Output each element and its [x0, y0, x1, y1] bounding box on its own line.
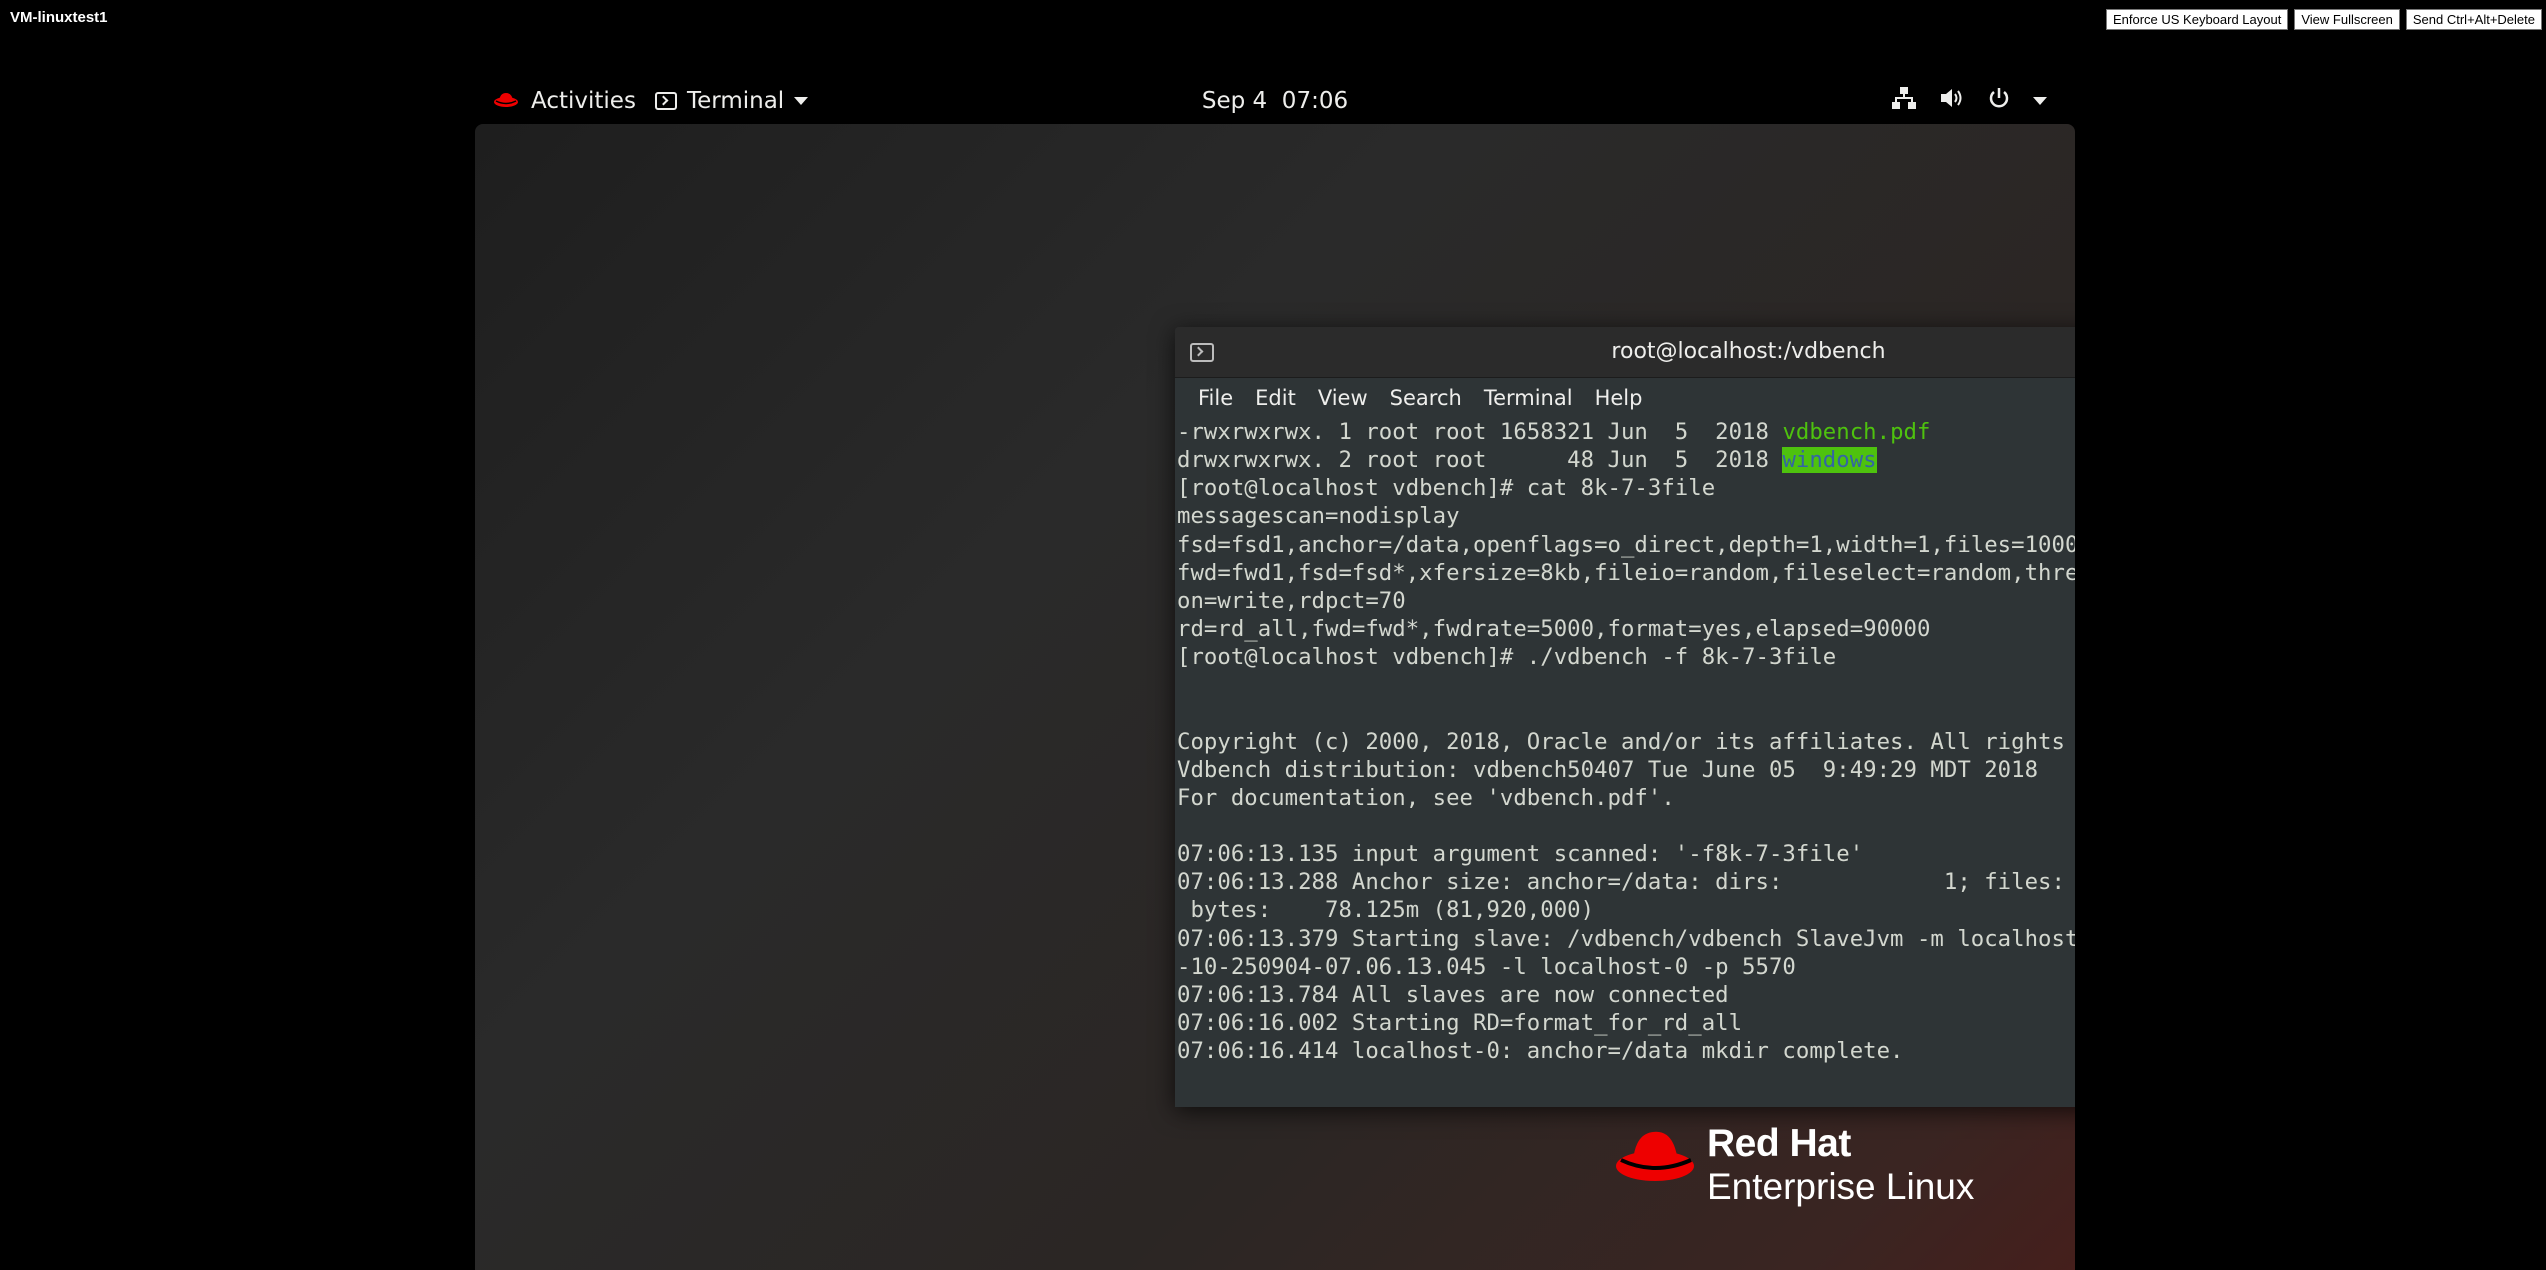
terminal-text: For documentation, see 'vdbench.pdf'.: [1177, 784, 1675, 811]
terminal-line: on=write,rdpct=70: [1177, 587, 2075, 615]
clock[interactable]: Sep 4 07:06: [475, 78, 2075, 124]
viewer-toolbar: Enforce US Keyboard Layout View Fullscre…: [2105, 9, 2542, 30]
power-icon: [1987, 86, 2011, 116]
terminal-line: drwxrwxrwx. 2 root root 48 Jun 5 2018 wi…: [1177, 446, 2075, 474]
terminal-line: 07:06:13.784 All slaves are now connecte…: [1177, 981, 2075, 1009]
terminal-line: bytes: 78.125m (81,920,000): [1177, 896, 2075, 924]
terminal-text: messagescan=nodisplay: [1177, 503, 1460, 530]
system-menu[interactable]: [1891, 78, 2047, 124]
rhel-logo: Red Hat Enterprise Linux: [1615, 1120, 2015, 1230]
terminal-text: Vdbench distribution: vdbench50407 Tue J…: [1177, 756, 2039, 783]
terminal-text: 07:06:16.414 localhost-0: anchor=/data m…: [1177, 1038, 1904, 1065]
terminal-line: rd=rd_all,fwd=fwd*,fwdrate=5000,format=y…: [1177, 615, 2075, 643]
terminal-line: [root@localhost vdbench]# cat 8k-7-3file: [1177, 474, 2075, 502]
menu-file[interactable]: File: [1187, 386, 1244, 410]
send-ctrl-alt-delete-button[interactable]: Send Ctrl+Alt+Delete: [2405, 9, 2542, 30]
terminal-text: [root@localhost vdbench]# ./vdbench -f 8…: [1177, 644, 1837, 671]
menu-search[interactable]: Search: [1379, 386, 1473, 410]
rhel-logo-line2: Enterprise Linux: [1707, 1166, 1975, 1207]
terminal-window[interactable]: root@localhost:/vdbench ✕ File Edit View…: [1175, 327, 2075, 1107]
terminal-text: -rwxrwxrwx. 1 root root 1658321 Jun 5 20…: [1177, 419, 1783, 445]
terminal-text: Copyright (c) 2000, 2018, Oracle and/or …: [1177, 728, 2065, 755]
menu-terminal[interactable]: Terminal: [1473, 386, 1584, 410]
terminal-text: 07:06:13.379 Starting slave: /vdbench/vd…: [1177, 925, 2075, 952]
terminal-highlight-text: windows: [1782, 447, 1877, 474]
vm-name: VM-linuxtest1: [10, 9, 108, 26]
terminal-text: 07:06:13.288 Anchor size: anchor=/data: …: [1177, 869, 2065, 896]
window-titlebar[interactable]: root@localhost:/vdbench ✕: [1175, 327, 2075, 378]
terminal-line: 07:06:13.135 input argument scanned: '-f…: [1177, 840, 2075, 868]
terminal-text: 07:06:13.135 input argument scanned: '-f…: [1177, 841, 1864, 868]
network-icon: [1891, 86, 1917, 116]
terminal-text: on=write,rdpct=70: [1177, 587, 1406, 614]
terminal-text: rd=rd_all,fwd=fwd*,fwdrate=5000,format=y…: [1177, 615, 1931, 642]
redhat-logo-icon: [1616, 1131, 1694, 1181]
terminal-line: fwd=fwd1,fsd=fsd*,xfersize=8kb,fileio=ra…: [1177, 559, 2075, 587]
terminal-text: [root@localhost vdbench]# cat 8k-7-3file: [1177, 475, 1716, 502]
terminal-line: 07:06:13.379 Starting slave: /vdbench/vd…: [1177, 925, 2075, 953]
terminal-line: -10-250904-07.06.13.045 -l localhost-0 -…: [1177, 953, 2075, 981]
terminal-line: fsd=fsd1,anchor=/data,openflags=o_direct…: [1177, 531, 2075, 559]
terminal-text: fwd=fwd1,fsd=fsd*,xfersize=8kb,fileio=ra…: [1177, 559, 2075, 586]
terminal-text: 07:06:16.002 Starting RD=format_for_rd_a…: [1177, 1009, 1743, 1036]
guest-screen[interactable]: Activities Terminal Sep 4 07:06 root@loc…: [475, 78, 2075, 1270]
terminal-line: 07:06:13.288 Anchor size: anchor=/data: …: [1177, 868, 2075, 896]
terminal-line: -rwxrwxrwx. 1 root root 1658321 Jun 5 20…: [1177, 418, 2075, 446]
terminal-line: 07:06:16.414 localhost-0: anchor=/data m…: [1177, 1037, 2075, 1065]
terminal-text: bytes: 78.125m (81,920,000): [1177, 897, 1595, 924]
terminal-text: -10-250904-07.06.13.045 -l localhost-0 -…: [1177, 953, 1796, 980]
menu-help[interactable]: Help: [1584, 386, 1654, 410]
terminal-line: Vdbench distribution: vdbench50407 Tue J…: [1177, 756, 2075, 784]
menu-edit[interactable]: Edit: [1244, 386, 1307, 410]
terminal-highlight-text: vdbench.pdf: [1782, 419, 1931, 445]
terminal-text: fsd=fsd1,anchor=/data,openflags=o_direct…: [1177, 531, 2075, 558]
terminal-line: 07:06:16.002 Starting RD=format_for_rd_a…: [1177, 1009, 2075, 1037]
chevron-down-icon: [2033, 97, 2047, 105]
window-title: root@localhost:/vdbench: [1611, 339, 1886, 364]
terminal-line: For documentation, see 'vdbench.pdf'.: [1177, 784, 2075, 812]
rhel-logo-line1: Red Hat: [1707, 1122, 1851, 1165]
menu-bar: File Edit View Search Terminal Help: [1175, 378, 2075, 418]
menu-view[interactable]: View: [1307, 386, 1379, 410]
gnome-top-bar: Activities Terminal Sep 4 07:06: [475, 78, 2075, 124]
clock-label: Sep 4 07:06: [1201, 88, 1349, 114]
terminal-output[interactable]: -rwxrwxrwx. 1 root root 1658321 Jun 5 20…: [1175, 418, 2075, 1107]
terminal-text: drwxrwxrwx. 2 root root 48 Jun 5 2018: [1177, 447, 1783, 474]
terminal-line: Copyright (c) 2000, 2018, Oracle and/or …: [1177, 728, 2075, 756]
volume-icon: [1939, 86, 1965, 116]
terminal-line: [root@localhost vdbench]# ./vdbench -f 8…: [1177, 643, 2075, 671]
terminal-line: messagescan=nodisplay: [1177, 502, 2075, 530]
terminal-text: 07:06:13.784 All slaves are now connecte…: [1177, 981, 1729, 1008]
view-fullscreen-button[interactable]: View Fullscreen: [2294, 9, 2400, 30]
enforce-us-keyboard-button[interactable]: Enforce US Keyboard Layout: [2105, 9, 2289, 30]
